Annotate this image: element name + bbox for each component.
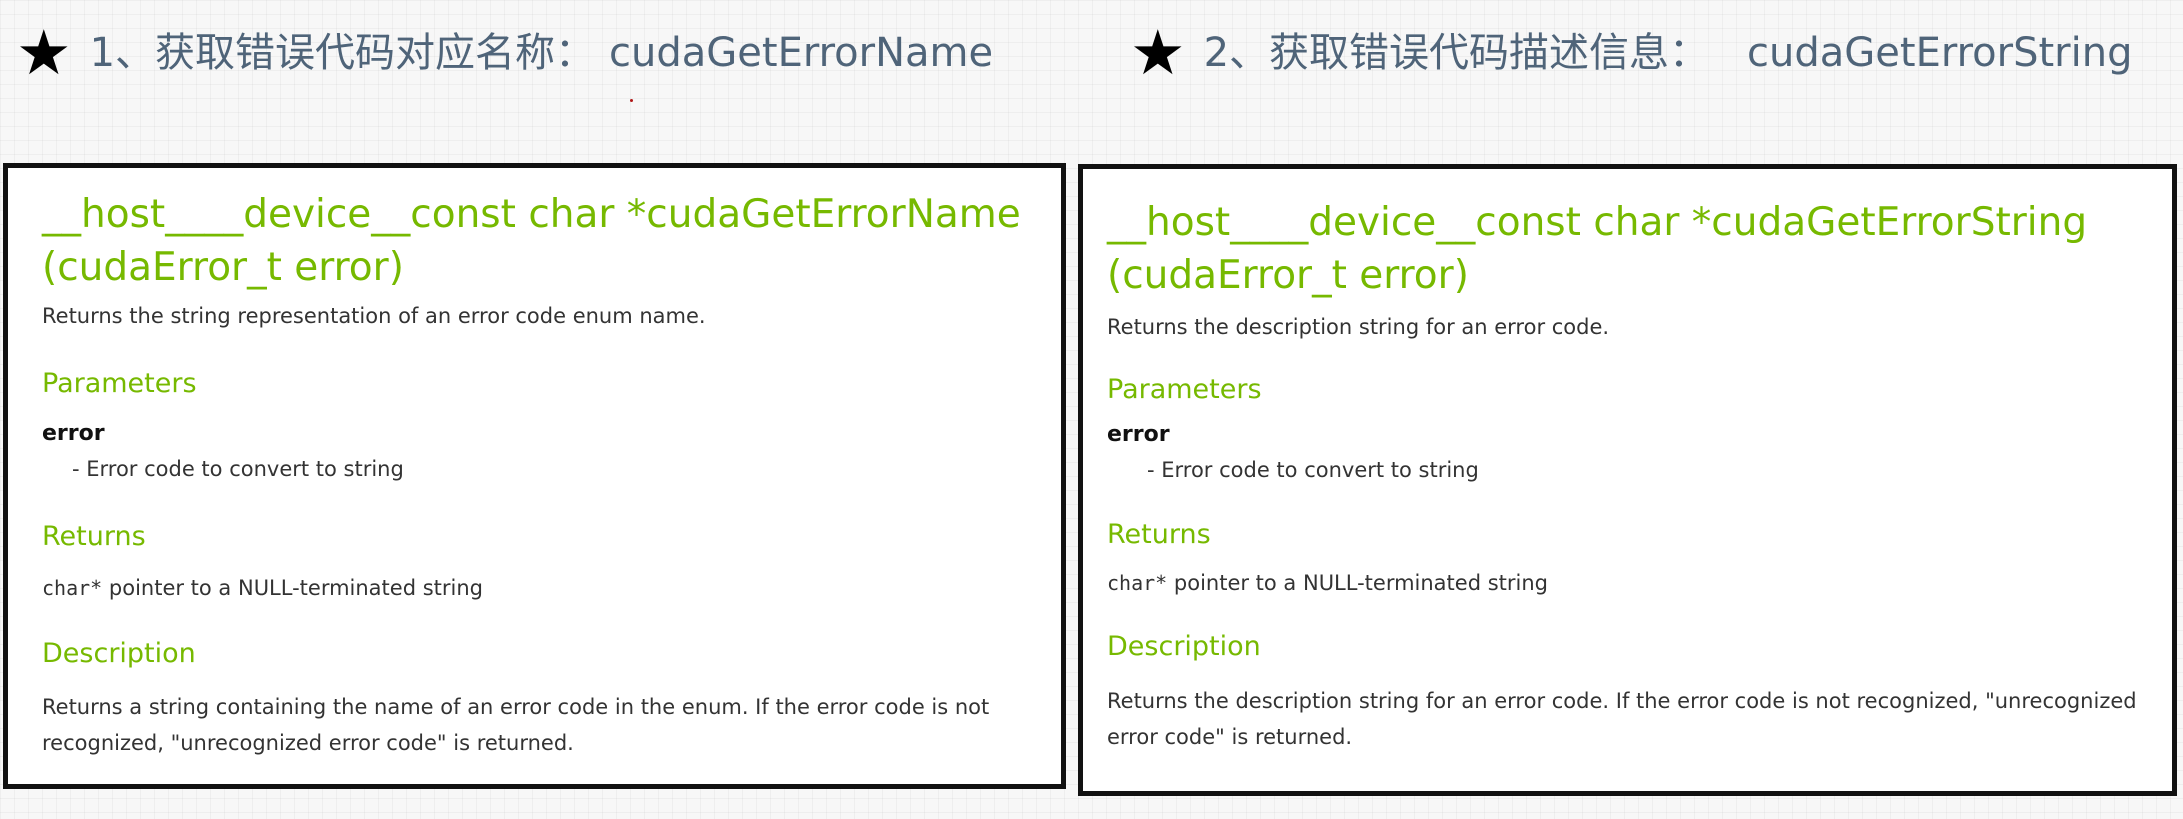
star-icon: ★: [1130, 16, 1186, 89]
param-detail: - Error code to convert to string: [1147, 458, 1479, 482]
heading-get-error-string: ★ 2、获取错误代码描述信息： cudaGetErrorString: [1130, 22, 2132, 84]
parameters-heading: Parameters: [1107, 374, 1262, 405]
doc-panel-get-error-string: __host____device__const char *cudaGetErr…: [1078, 164, 2177, 796]
red-dot-marker: [630, 99, 633, 102]
description-heading: Description: [42, 638, 196, 669]
function-summary: Returns the description string for an er…: [1107, 315, 1610, 339]
function-summary: Returns the string representation of an …: [42, 304, 706, 328]
return-description: pointer to a NULL-terminated string: [1167, 571, 1548, 595]
star-icon: ★: [16, 16, 72, 89]
heading-function-name: cudaGetErrorName: [609, 30, 994, 76]
return-type-code: char*: [1107, 571, 1168, 595]
description-text: Returns a string containing the name of …: [42, 695, 990, 755]
description-text: Returns the description string for an er…: [1107, 689, 2137, 749]
param-name: error: [42, 421, 105, 446]
heading-text: 2、获取错误代码描述信息：: [1203, 30, 1710, 76]
function-signature: __host____device__const char *cudaGetErr…: [1107, 200, 2088, 298]
return-description: pointer to a NULL-terminated string: [102, 576, 483, 600]
returns-text: char* pointer to a NULL-terminated strin…: [1107, 571, 1548, 595]
param-detail: - Error code to convert to string: [72, 457, 404, 481]
doc-panel-get-error-name: __host____device__const char *cudaGetErr…: [3, 163, 1066, 789]
heading-function-name: cudaGetErrorString: [1747, 30, 2133, 76]
returns-text: char* pointer to a NULL-terminated strin…: [42, 576, 483, 600]
description-heading: Description: [1107, 631, 1261, 662]
param-name: error: [1107, 422, 1170, 447]
heading-get-error-name: ★ 1、获取错误代码对应名称： cudaGetErrorName: [16, 22, 993, 84]
returns-heading: Returns: [1107, 519, 1211, 550]
parameters-heading: Parameters: [42, 368, 197, 399]
return-type-code: char*: [42, 576, 103, 600]
returns-heading: Returns: [42, 521, 146, 552]
heading-text: 1、获取错误代码对应名称：: [89, 30, 596, 76]
function-signature: __host____device__const char *cudaGetErr…: [42, 192, 1021, 290]
